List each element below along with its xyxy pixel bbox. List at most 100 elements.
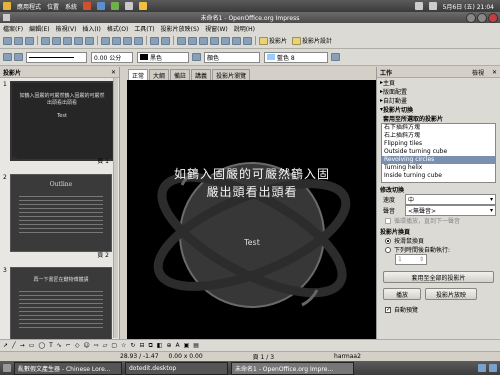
- task-button[interactable]: dotedit.desktop: [125, 361, 228, 375]
- menu-format[interactable]: 格式(O): [107, 24, 128, 33]
- speed-select[interactable]: 中 ▾: [405, 194, 496, 205]
- menu-system[interactable]: 系統: [65, 2, 77, 11]
- volume-icon[interactable]: [428, 2, 437, 10]
- menu-edit[interactable]: 編輯(E): [29, 24, 49, 33]
- auto-radio[interactable]: [385, 246, 391, 253]
- transition-item[interactable]: Flipping tiles: [382, 140, 495, 148]
- extrusion-icon[interactable]: ◧: [157, 342, 163, 349]
- auto-time-stepper[interactable]: 1 ⇕: [395, 254, 427, 265]
- redo-icon[interactable]: [161, 36, 170, 45]
- alignment-icon[interactable]: ⊟: [139, 342, 144, 349]
- maximize-button[interactable]: [477, 13, 487, 23]
- spellcheck-icon[interactable]: [85, 36, 94, 45]
- save-icon[interactable]: [25, 36, 34, 45]
- slide-thumbnail-1[interactable]: 如鶴入固嚴的可嚴然鶴入固嚴的可嚴然出頭看出頭看 Test: [10, 81, 114, 161]
- transition-item-selected[interactable]: Revolving circles: [382, 156, 495, 164]
- close-icon[interactable]: ✕: [111, 69, 116, 76]
- show-desktop-icon[interactable]: [3, 364, 11, 372]
- doc-launcher-icon[interactable]: [125, 2, 134, 10]
- transition-item[interactable]: 右下插斜方塊: [382, 124, 495, 132]
- view-menu[interactable]: 檢視: [472, 68, 484, 77]
- impress-launcher-icon[interactable]: [139, 2, 148, 10]
- apply-all-button[interactable]: 套用至全部的投影片: [383, 271, 494, 283]
- slide-thumbnail-3[interactable]: 再一下書匠在鍵物博體講: [10, 267, 112, 345]
- menu-file[interactable]: 檔案(F): [3, 24, 23, 33]
- arrange-icon[interactable]: ⧉: [148, 342, 152, 350]
- tab-outline[interactable]: 大綱: [149, 69, 170, 80]
- help-launcher-icon[interactable]: [111, 2, 120, 10]
- on-click-radio[interactable]: [385, 237, 391, 244]
- line-color-select[interactable]: 黑色: [137, 51, 189, 63]
- slide-button[interactable]: 投影片: [269, 36, 287, 45]
- minimize-button[interactable]: [466, 13, 476, 23]
- tab-normal[interactable]: 正常: [128, 69, 149, 80]
- line-arrow-icon[interactable]: →: [20, 342, 25, 349]
- menu-help[interactable]: 說明(H): [234, 24, 255, 33]
- curve-icon[interactable]: ∿: [57, 342, 62, 349]
- menu-insert[interactable]: 插入(I): [82, 24, 100, 33]
- section-layouts[interactable]: ▸ 版面配置: [377, 87, 500, 96]
- new-icon[interactable]: [3, 36, 12, 45]
- table-icon[interactable]: [188, 36, 197, 45]
- slides-scrollbar[interactable]: [113, 78, 118, 338]
- arrow-style-icon[interactable]: [14, 53, 23, 61]
- chart-icon[interactable]: [177, 36, 186, 45]
- flowchart-icon[interactable]: ▱: [103, 342, 108, 349]
- menu-tools[interactable]: 工具(T): [134, 24, 154, 33]
- fontwork-icon[interactable]: A: [175, 342, 179, 349]
- cut-icon[interactable]: [101, 36, 110, 45]
- line-tool-icon[interactable]: ╱: [12, 342, 16, 349]
- workspace-switcher-icon[interactable]: [489, 364, 497, 372]
- navigator-icon[interactable]: [221, 36, 230, 45]
- slide-thumbnail-2[interactable]: Outline: [10, 174, 112, 252]
- close-button[interactable]: [488, 13, 498, 23]
- rectangle-icon[interactable]: ▭: [29, 342, 35, 349]
- help-icon[interactable]: [243, 36, 252, 45]
- tab-notes[interactable]: 備註: [170, 69, 191, 80]
- line-style-icon[interactable]: [3, 53, 12, 61]
- menu-places[interactable]: 位置: [47, 2, 59, 11]
- sound-select[interactable]: <無聲音> ▾: [405, 205, 496, 216]
- slideshow-button[interactable]: 投影片放映: [425, 288, 477, 300]
- clock[interactable]: 5月6日 (五) 21:04: [443, 2, 494, 11]
- section-slide-transition[interactable]: ▾ 投影片切換: [377, 105, 500, 114]
- gallery-icon[interactable]: ▤: [193, 342, 199, 349]
- network-icon[interactable]: [414, 2, 423, 10]
- select-arrow-icon[interactable]: ➚: [3, 342, 8, 349]
- copy-icon[interactable]: [112, 36, 121, 45]
- slide-canvas[interactable]: 如鶴入固嚴的可嚴然鶴入固嚴出頭看出頭看 Test: [127, 80, 376, 340]
- edit-file-icon[interactable]: [52, 36, 61, 45]
- slide-design-button[interactable]: 投影片設計: [302, 36, 332, 45]
- loop-checkbox[interactable]: [385, 217, 391, 224]
- slide-subtitle[interactable]: Test: [227, 238, 277, 247]
- glue-points-icon[interactable]: ⊕: [166, 342, 171, 349]
- task-button[interactable]: 亂數假文產生器 - Chinese Lore...: [14, 361, 122, 375]
- close-icon[interactable]: ✕: [492, 69, 497, 76]
- transition-item[interactable]: Turning helix: [382, 164, 495, 172]
- text-tool-icon[interactable]: T: [49, 342, 53, 349]
- tab-slide-sorter[interactable]: 投影片瀏覽: [212, 69, 251, 80]
- window-title-bar[interactable]: 未命名1 - OpenOffice.org Impress: [0, 12, 500, 23]
- menu-slideshow[interactable]: 投影片放映(S): [161, 24, 200, 33]
- window-menu-icon[interactable]: [3, 14, 10, 21]
- section-master-pages[interactable]: ▸ 主頁: [377, 78, 500, 87]
- hyperlink-icon[interactable]: [210, 36, 219, 45]
- task-button-active[interactable]: 未命名1 - OpenOffice.org Impre...: [231, 361, 354, 375]
- browser-launcher-icon[interactable]: [83, 2, 92, 10]
- transition-list[interactable]: 右下插斜方塊 右上插斜方塊 Flipping tiles Outside tur…: [381, 123, 496, 183]
- print-icon[interactable]: [74, 36, 83, 45]
- tab-handout[interactable]: 講義: [191, 69, 212, 80]
- play-button[interactable]: 播放: [383, 288, 421, 300]
- fill-color-select[interactable]: 藍色 8: [264, 51, 328, 63]
- workspace-switcher-icon[interactable]: [478, 364, 486, 372]
- ellipse-icon[interactable]: ◯: [38, 342, 45, 349]
- section-custom-animation[interactable]: ▸ 自訂動畫: [377, 96, 500, 105]
- show-draw-functions-icon[interactable]: [199, 36, 208, 45]
- slide-icon[interactable]: [259, 36, 268, 45]
- symbol-shapes-icon[interactable]: ☺: [83, 342, 89, 349]
- menu-window[interactable]: 視窗(W): [205, 24, 228, 33]
- open-icon[interactable]: [14, 36, 23, 45]
- line-style-select[interactable]: [26, 51, 87, 63]
- callouts-icon[interactable]: ▢: [111, 342, 117, 349]
- format-paintbrush-icon[interactable]: [134, 36, 143, 45]
